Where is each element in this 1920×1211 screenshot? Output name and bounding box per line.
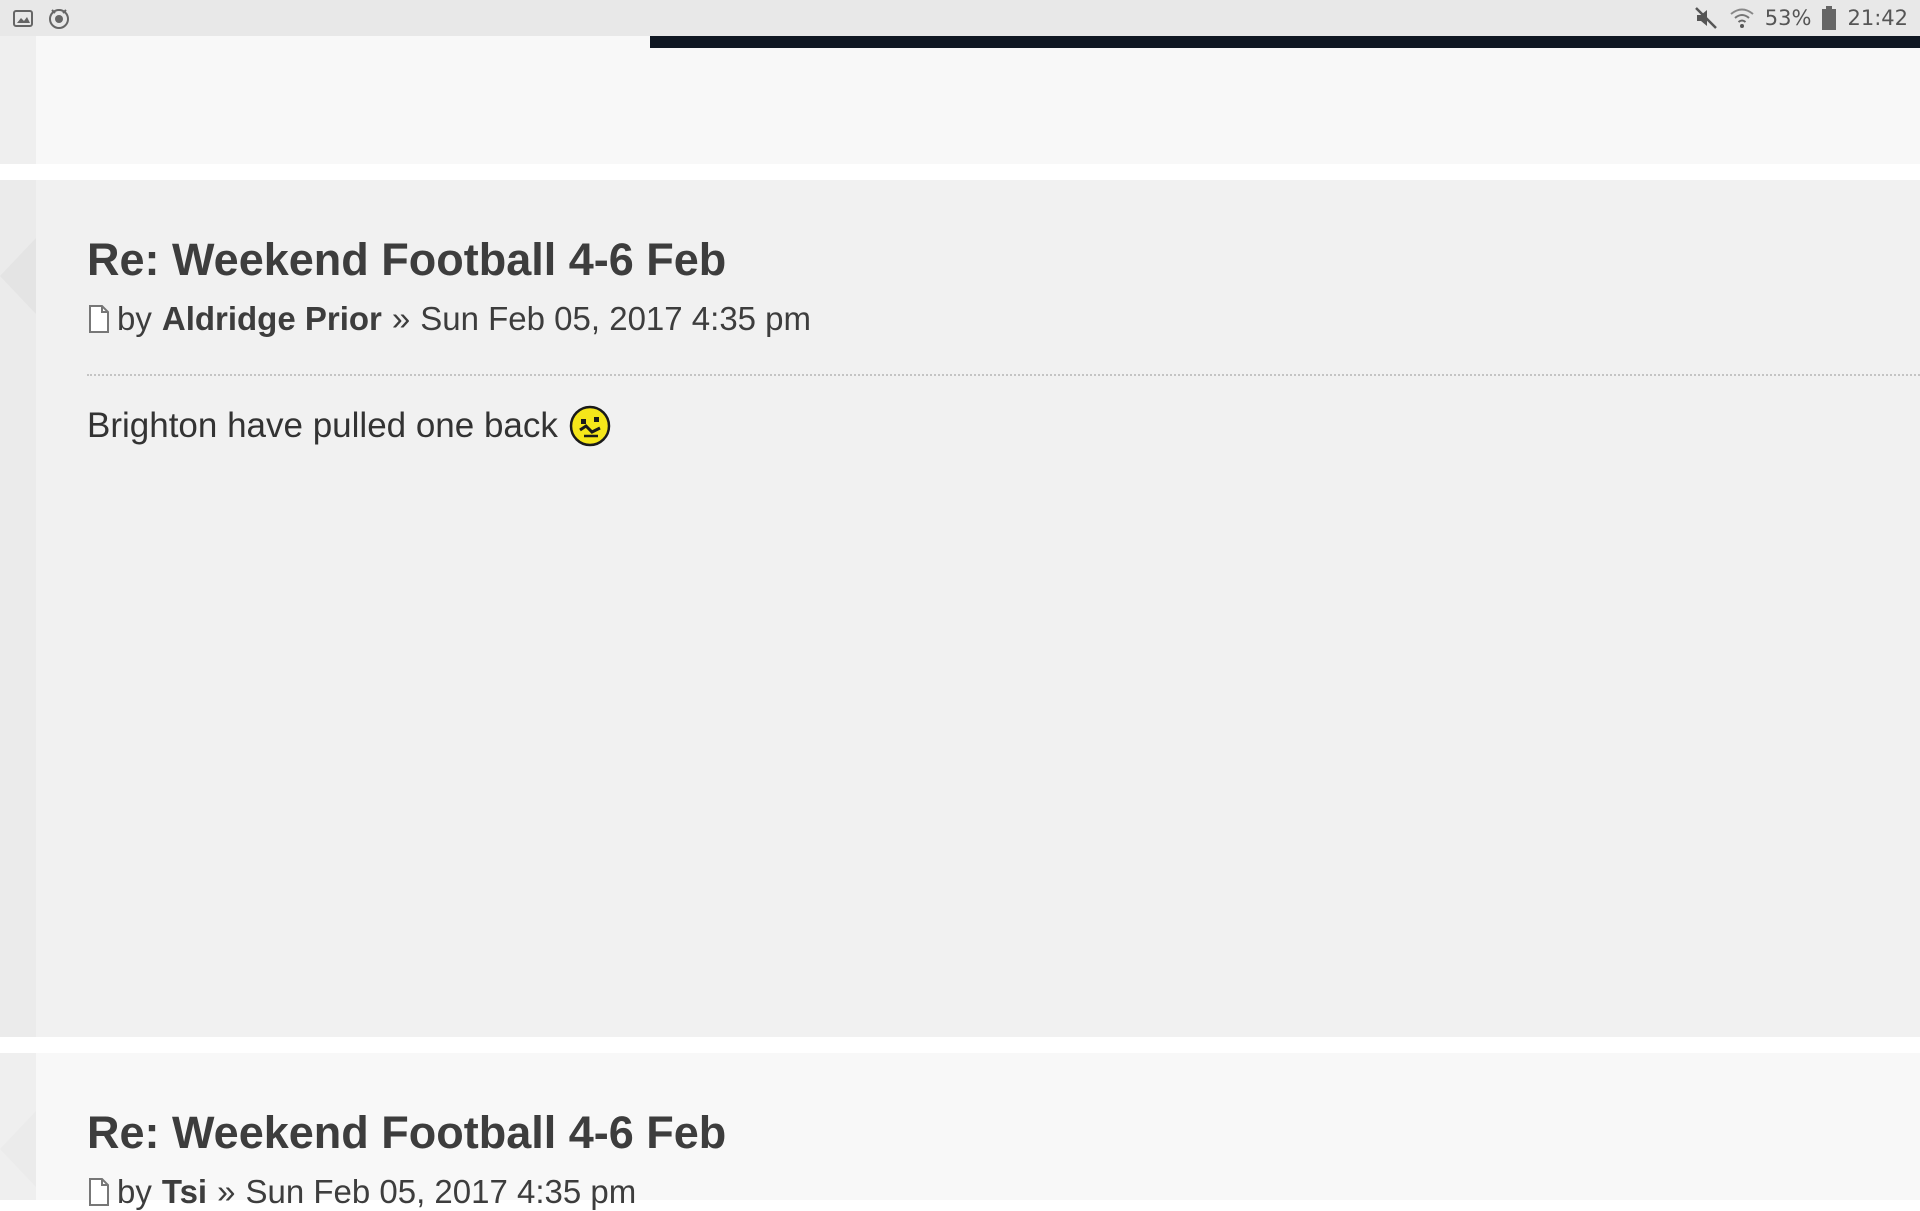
status-bar-right: 53% 21:42 bbox=[1693, 4, 1908, 32]
post-document-icon[interactable] bbox=[87, 304, 111, 334]
post-date: Sun Feb 05, 2017 4:35 pm bbox=[420, 300, 812, 337]
post-gutter bbox=[0, 36, 36, 164]
status-bar-left bbox=[10, 5, 72, 31]
status-bar: 53% 21:42 bbox=[0, 0, 1920, 36]
by-label: by bbox=[117, 1173, 152, 1210]
previous-post-panel bbox=[0, 36, 1920, 164]
post: Re: Weekend Football 4-6 Feb by Aldridge… bbox=[0, 180, 1920, 1037]
mute-icon bbox=[1694, 7, 1717, 29]
post-meta: by Aldridge Prior » Sun Feb 05, 2017 4:3… bbox=[87, 300, 811, 338]
by-label: by bbox=[117, 300, 152, 337]
meta-separator: » bbox=[217, 1173, 236, 1210]
post-content: Brighton have pulled one back bbox=[87, 404, 612, 448]
confused-smiley-icon bbox=[569, 405, 611, 447]
post-title[interactable]: Re: Weekend Football 4-6 Feb bbox=[87, 1107, 726, 1159]
post-meta: by Tsi » Sun Feb 05, 2017 4:35 pm bbox=[87, 1173, 636, 1211]
post-text: Brighton have pulled one back bbox=[87, 406, 558, 445]
clock: 21:42 bbox=[1847, 6, 1908, 30]
post-arrow-tab bbox=[0, 1111, 36, 1187]
post-arrow-tab bbox=[0, 238, 36, 314]
header-strip bbox=[650, 36, 1920, 48]
battery-percentage: 53% bbox=[1764, 6, 1812, 30]
recording-icon bbox=[49, 9, 69, 29]
post: Re: Weekend Football 4-6 Feb by Tsi » Su… bbox=[0, 1053, 1920, 1210]
post-document-icon[interactable] bbox=[87, 1177, 111, 1207]
battery-icon bbox=[1822, 6, 1837, 30]
gallery-icon bbox=[13, 10, 33, 27]
post-divider bbox=[87, 374, 1920, 376]
post-title[interactable]: Re: Weekend Football 4-6 Feb bbox=[87, 234, 726, 286]
author-link[interactable]: Tsi bbox=[162, 1173, 207, 1211]
post-date: Sun Feb 05, 2017 4:35 pm bbox=[245, 1173, 637, 1210]
author-link[interactable]: Aldridge Prior bbox=[162, 300, 382, 338]
meta-separator: » bbox=[391, 300, 411, 337]
wifi-icon bbox=[1730, 8, 1754, 28]
